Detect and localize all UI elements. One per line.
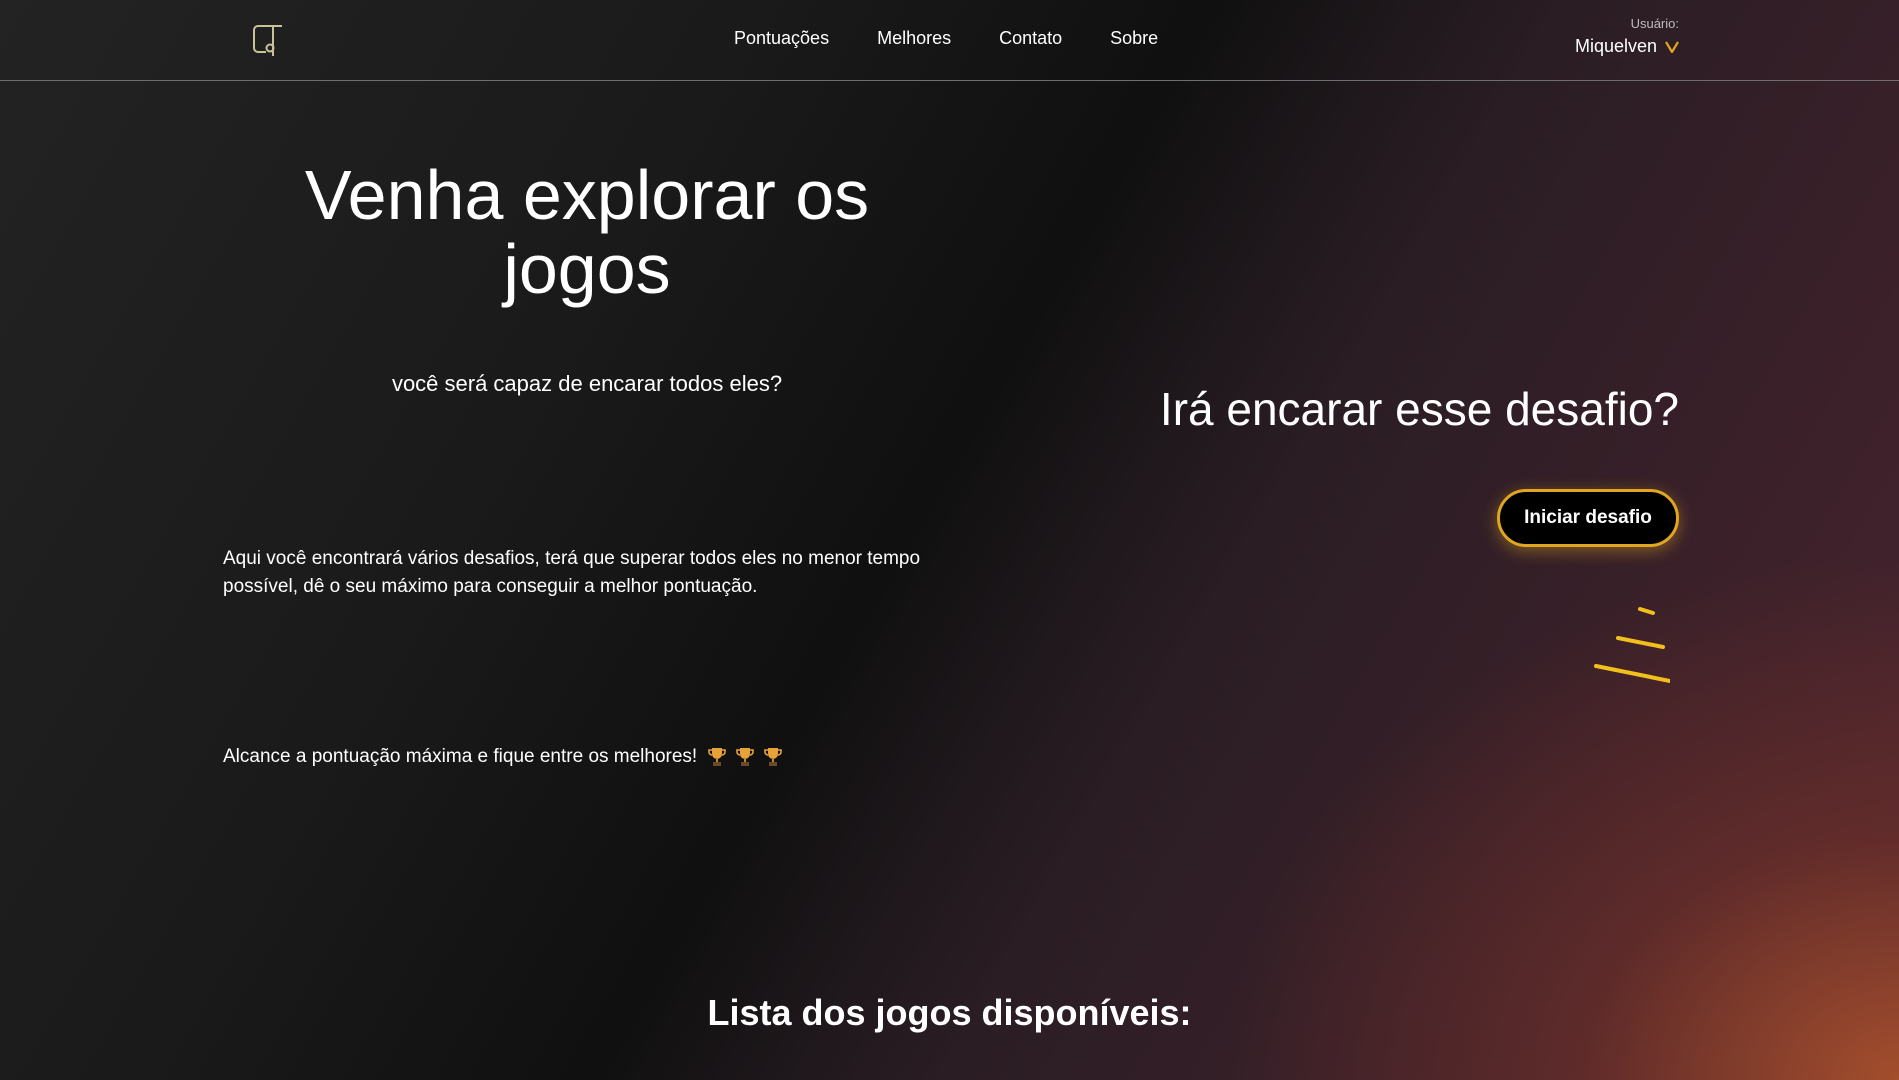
challenge-title: Irá encarar esse desafio?	[1159, 383, 1679, 435]
user-panel: Usuário: Miquelven	[1575, 16, 1679, 57]
start-challenge-button[interactable]: Iniciar desafio	[1497, 489, 1679, 547]
nav-link-pontuacoes[interactable]: Pontuações	[734, 28, 829, 49]
nav-link-contato[interactable]: Contato	[999, 28, 1062, 49]
nav-link-melhores[interactable]: Melhores	[877, 28, 951, 49]
trophy-icon	[708, 748, 727, 766]
hero-title: Venha explorar os jogos	[304, 156, 870, 308]
hero-subtitle: você será capaz de encarar todos eles?	[391, 371, 783, 396]
user-menu-toggle[interactable]: Miquelven	[1575, 36, 1679, 57]
speed-lines-icon	[1594, 607, 1670, 683]
user-caption: Usuário:	[1630, 16, 1679, 31]
nav-link-sobre[interactable]: Sobre	[1110, 28, 1158, 49]
site-header: Pontuações Melhores Contato Sobre Usuári…	[0, 0, 1899, 81]
trophy-icon	[764, 748, 783, 766]
games-list-title: Lista dos jogos disponíveis:	[707, 992, 1192, 1033]
hero-description: Aqui você encontrará vários desafios, te…	[223, 548, 921, 597]
trophy-icon	[736, 748, 755, 766]
logo-icon[interactable]	[252, 22, 284, 58]
hero-cta: Alcance a pontuação máxima e fique entre…	[223, 746, 783, 768]
chevron-down-icon	[1665, 40, 1679, 53]
trophy-group	[707, 746, 783, 768]
hero-cta-text: Alcance a pontuação máxima e fique entre…	[223, 746, 698, 767]
user-name: Miquelven	[1574, 36, 1657, 56]
main-nav: Pontuações Melhores Contato Sobre	[734, 28, 1158, 49]
